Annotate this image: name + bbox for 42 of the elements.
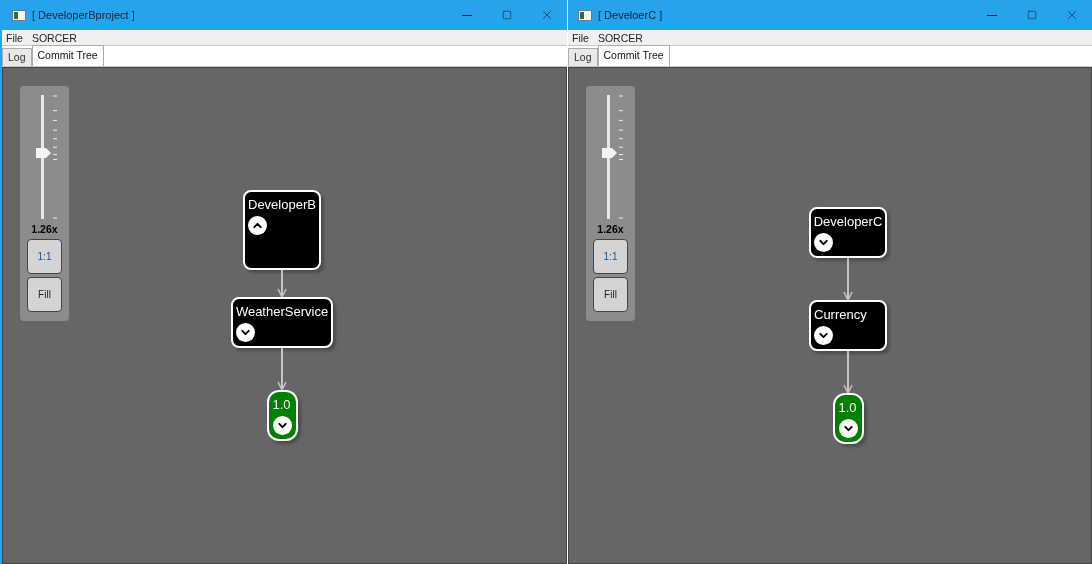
slider-thumb[interactable] xyxy=(601,148,617,159)
expand-toggle[interactable] xyxy=(272,416,292,435)
window-icon xyxy=(578,9,592,21)
close-icon xyxy=(540,8,554,22)
menu-item[interactable]: File xyxy=(6,30,23,45)
expand-toggle[interactable] xyxy=(838,419,858,438)
expand-toggle[interactable] xyxy=(248,216,267,235)
zoom-reading: 1.26x xyxy=(31,223,58,236)
node-label: Currency xyxy=(814,307,867,323)
tab[interactable]: Commit Tree xyxy=(31,45,104,66)
connector-arrow xyxy=(843,258,853,300)
expand-toggle[interactable] xyxy=(813,233,833,252)
menu-item[interactable]: SORCER xyxy=(597,30,643,45)
menu-item[interactable]: File xyxy=(572,30,589,45)
slider-thumb[interactable] xyxy=(35,148,51,159)
tab[interactable]: Log xyxy=(2,48,32,66)
connector-arrow xyxy=(843,351,853,393)
connector-arrow xyxy=(277,270,287,297)
expand-toggle[interactable] xyxy=(814,326,833,345)
node-label: 1.0 xyxy=(272,397,291,413)
minimize-icon xyxy=(987,14,997,16)
close-icon xyxy=(1065,8,1079,22)
zoom-reading: 1.26x xyxy=(597,223,624,236)
window-icon xyxy=(12,9,26,21)
connector-arrow xyxy=(277,348,287,390)
menu-item[interactable]: SORCER xyxy=(31,30,77,45)
tab[interactable]: Log xyxy=(568,48,598,66)
maximize-icon xyxy=(502,10,512,20)
actual-size-button[interactable]: 1:1 xyxy=(593,239,628,274)
node-label: DeveloperB xyxy=(248,197,316,213)
tab[interactable]: Commit Tree xyxy=(597,45,670,66)
minimize-icon xyxy=(462,14,472,16)
expand-toggle[interactable] xyxy=(235,323,255,342)
fill-button[interactable]: Fill xyxy=(593,277,628,312)
node-label: 1.0 xyxy=(838,400,857,416)
window-title: [ DeveloerC ] xyxy=(598,7,663,23)
maximize-icon xyxy=(1027,10,1037,20)
actual-size-button[interactable]: 1:1 xyxy=(27,239,62,274)
fill-button[interactable]: Fill xyxy=(27,277,62,312)
node-label: WeatherService xyxy=(235,304,329,320)
window-title: [ DeveloperBproject ] xyxy=(32,7,135,23)
node-label: DeveloperC xyxy=(813,214,883,230)
